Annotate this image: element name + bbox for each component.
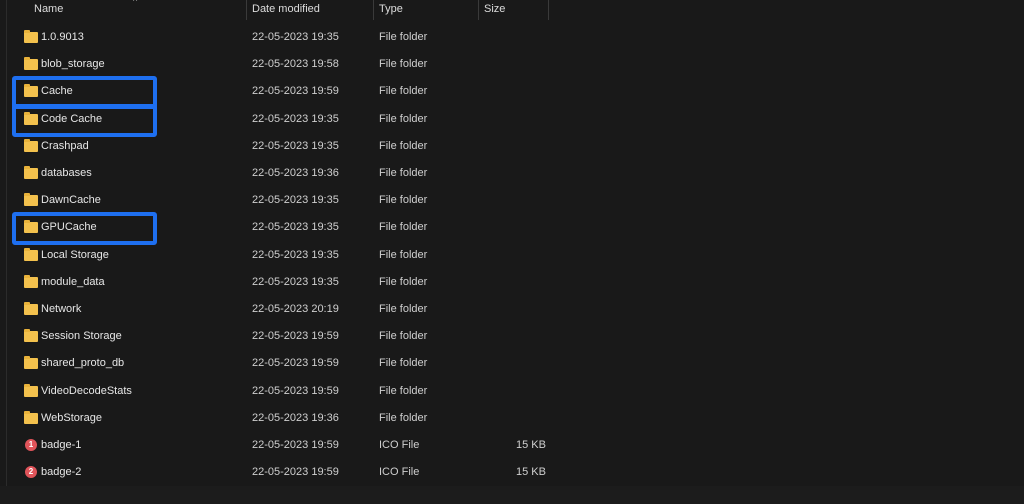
column-header-size[interactable]: Size <box>484 3 505 15</box>
file-row[interactable]: WebStorage 22-05-2023 19:36 File folder <box>0 405 560 432</box>
column-header-bar: ^ Name Date modified Type Size <box>0 0 560 20</box>
file-date-modified: 22-05-2023 19:36 <box>252 167 339 179</box>
file-row[interactable]: databases 22-05-2023 19:36 File folder <box>0 160 560 187</box>
folder-icon <box>24 166 38 179</box>
file-date-modified: 22-05-2023 19:59 <box>252 85 339 98</box>
file-name: VideoDecodeStats <box>41 384 132 397</box>
file-type: File folder <box>379 275 428 288</box>
file-date-modified: 22-05-2023 19:36 <box>252 411 339 424</box>
file-type: ICO File <box>379 466 420 479</box>
folder-icon <box>24 356 38 370</box>
highlight-box <box>12 212 157 246</box>
folder-icon <box>24 383 38 397</box>
file-name: Network <box>41 303 82 315</box>
file-type: File folder <box>379 85 428 98</box>
file-type: File folder <box>379 248 428 261</box>
file-row[interactable]: Local Storage 22-05-2023 19:35 File folder <box>0 242 560 269</box>
file-type: File folder <box>379 330 428 343</box>
file-date-modified: 22-05-2023 19:59 <box>252 357 339 370</box>
file-row[interactable]: 1.0.9013 22-05-2023 19:35 File folder <box>0 24 560 51</box>
file-name: badge-1 <box>41 439 82 451</box>
file-type: File folder <box>379 112 428 125</box>
file-date-modified: 22-05-2023 19:58 <box>252 58 339 71</box>
file-date-modified: 22-05-2023 19:59 <box>252 330 339 343</box>
file-name: Crashpad <box>41 139 89 152</box>
file-date-modified: 22-05-2023 19:59 <box>252 384 339 397</box>
file-type: File folder <box>379 58 428 71</box>
column-divider[interactable] <box>373 0 374 20</box>
column-header-date-modified[interactable]: Date modified <box>252 3 320 15</box>
column-divider[interactable] <box>246 0 247 20</box>
file-type: File folder <box>379 411 428 424</box>
folder-icon <box>24 193 38 207</box>
sort-indicator-icon[interactable]: ^ <box>133 0 137 6</box>
file-name: 1.0.9013 <box>41 31 84 43</box>
file-name: Session Storage <box>41 330 122 343</box>
file-name: WebStorage <box>41 411 102 424</box>
file-type: File folder <box>379 139 428 152</box>
file-row[interactable]: VideoDecodeStats 22-05-2023 19:59 File fol… <box>0 378 560 405</box>
folder-icon <box>24 247 38 261</box>
column-header-type[interactable]: Type <box>379 3 403 15</box>
file-row[interactable]: module_data 22-05-2023 19:35 File folder <box>0 269 560 296</box>
file-type: File folder <box>379 167 428 179</box>
folder-icon <box>24 57 38 71</box>
file-date-modified: 22-05-2023 19:35 <box>252 31 339 43</box>
file-name: Local Storage <box>41 248 109 261</box>
file-type: File folder <box>379 303 428 315</box>
folder-icon <box>24 302 38 315</box>
folder-icon <box>24 410 38 424</box>
file-type: File folder <box>379 221 428 234</box>
file-size: 15 KB <box>516 439 546 451</box>
file-size: 15 KB <box>516 466 546 479</box>
badge-icon: 2 <box>25 466 37 479</box>
file-type: File folder <box>379 384 428 397</box>
folder-icon <box>24 138 38 152</box>
column-divider[interactable] <box>478 0 479 20</box>
folder-icon <box>24 30 38 43</box>
file-date-modified: 22-05-2023 19:35 <box>252 221 339 234</box>
file-date-modified: 22-05-2023 19:35 <box>252 112 339 125</box>
file-name: shared_proto_db <box>41 357 125 370</box>
file-date-modified: 22-05-2023 20:19 <box>252 303 339 315</box>
file-date-modified: 22-05-2023 19:35 <box>252 248 339 261</box>
file-type: ICO File <box>379 439 420 451</box>
file-type: File folder <box>379 194 428 207</box>
file-row[interactable]: blob_storage 22-05-2023 19:58 File folder <box>0 51 560 78</box>
file-row[interactable]: 1 badge-1 22-05-2023 19:59 ICO File 15 KB <box>0 432 560 459</box>
file-row[interactable]: shared_proto_db 22-05-2023 19:59 File fold… <box>0 350 560 377</box>
file-date-modified: 22-05-2023 19:35 <box>252 194 339 207</box>
status-bar <box>0 486 1024 504</box>
column-divider[interactable] <box>548 0 549 20</box>
file-name: DawnCache <box>41 194 101 207</box>
file-date-modified: 22-05-2023 19:59 <box>252 439 339 451</box>
badge-icon: 1 <box>25 439 37 451</box>
file-date-modified: 22-05-2023 19:35 <box>252 139 339 152</box>
file-date-modified: 22-05-2023 19:59 <box>252 466 339 479</box>
file-row[interactable]: Crashpad 22-05-2023 19:35 File folder <box>0 133 560 160</box>
folder-icon <box>24 274 38 288</box>
file-date-modified: 22-05-2023 19:35 <box>252 275 339 288</box>
file-name: blob_storage <box>41 58 105 71</box>
folder-icon <box>24 329 38 343</box>
file-row[interactable]: Network 22-05-2023 20:19 File folder <box>0 296 560 323</box>
file-name: databases <box>41 167 92 179</box>
file-row[interactable]: DawnCache 22-05-2023 19:35 File folder <box>0 187 560 214</box>
file-row[interactable]: 2 badge-2 22-05-2023 19:59 ICO File 15 KB <box>0 459 560 486</box>
file-name: module_data <box>41 275 105 288</box>
file-name: badge-2 <box>41 466 82 479</box>
highlight-box <box>12 103 157 137</box>
file-row[interactable]: Session Storage 22-05-2023 19:59 File fold… <box>0 323 560 350</box>
column-header-name[interactable]: Name <box>34 3 63 15</box>
file-type: File folder <box>379 31 428 43</box>
file-type: File folder <box>379 357 428 370</box>
